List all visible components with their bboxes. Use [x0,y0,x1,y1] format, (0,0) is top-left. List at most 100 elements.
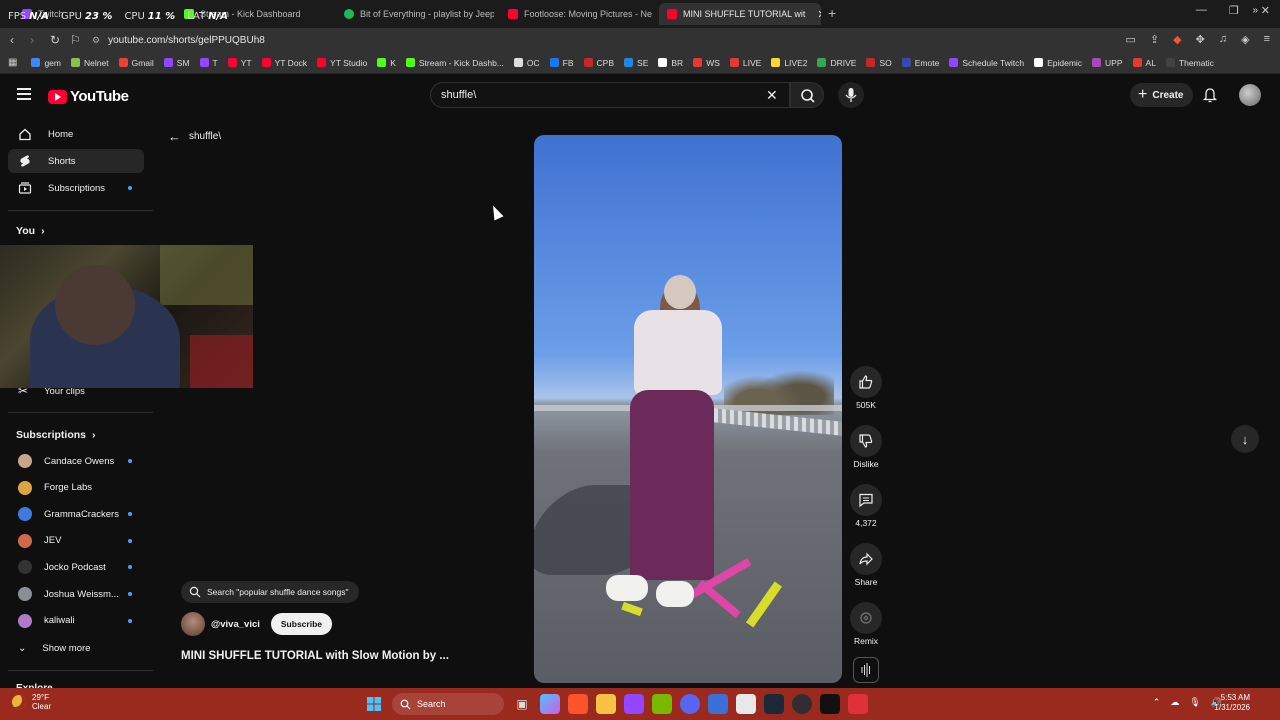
taskbar-search[interactable]: Search [392,693,504,715]
subscription-channel[interactable]: JEV [8,529,144,553]
site-info-icon[interactable]: ⚙ [92,35,100,46]
share-page-icon[interactable]: ⇪ [1150,33,1159,46]
bookmark-item[interactable]: Gmail [118,58,154,68]
subscriptions-heading[interactable]: Subscriptions › [16,429,96,441]
account-avatar[interactable] [1239,84,1261,106]
back-arrow-icon[interactable]: ← [168,129,181,144]
obs-icon[interactable] [792,694,812,714]
bookmark-item[interactable]: CPB [583,58,614,68]
close-window-icon[interactable]: ✕ [1261,4,1270,17]
reload-icon[interactable]: ↻ [50,33,60,47]
nvidia-icon[interactable] [652,694,672,714]
vpn-icon[interactable]: ◈ [1241,33,1249,46]
brave-icon[interactable] [568,694,588,714]
bookmark-icon[interactable]: ⚐ [70,33,81,47]
url-field[interactable]: ⚙ youtube.com/shorts/gelPPUQBUh8 [92,31,265,49]
create-button[interactable]: + Create [1130,83,1194,107]
new-tab-button[interactable]: + [828,5,836,21]
subscription-channel[interactable]: Forge Labs [8,476,144,500]
tab-playlist[interactable]: Bit of Everything - playlist by Jeep W [336,3,494,25]
weather-widget[interactable]: 29°F Clear [12,693,51,711]
bookmark-item[interactable]: Schedule Twitch [949,58,1024,68]
channel-avatar[interactable] [181,612,205,636]
like-button[interactable] [850,366,882,398]
bookmark-item[interactable]: FB [549,58,574,68]
search-button[interactable] [790,82,824,108]
task-view-icon[interactable]: ▣ [512,694,532,714]
apps-icon[interactable]: ▦ [8,57,17,68]
short-video-player[interactable] [534,135,842,683]
bookmark-item[interactable]: AL [1132,58,1156,68]
epic-icon[interactable] [820,694,840,714]
comments-button[interactable] [850,484,882,516]
subscription-channel[interactable]: Candace Owens [8,449,144,473]
bookmark-item[interactable]: YT Dock [261,58,307,68]
dislike-button[interactable] [850,425,882,457]
channel-name[interactable]: @viva_vici [211,619,260,630]
hamburger-menu-icon[interactable] [17,88,31,103]
next-short-button[interactable]: ↓ [1231,425,1259,453]
subscription-channel[interactable]: kaliwali [8,609,144,633]
bookmark-item[interactable]: LIVE2 [771,58,807,68]
subscription-channel[interactable]: Jocko Podcast [8,555,144,579]
bookmark-item[interactable]: YT [227,58,252,68]
notepad-icon[interactable] [736,694,756,714]
tab-active-short[interactable]: MINI SHUFFLE TUTORIAL wit ✕ [659,3,821,25]
discord-icon[interactable] [680,694,700,714]
close-tab-icon[interactable]: ✕ [817,8,821,21]
clear-search-icon[interactable]: ✕ [766,87,778,104]
back-icon[interactable]: ‹ [10,33,14,47]
bookmark-item[interactable]: SE [624,58,648,68]
shorts-back-header[interactable]: ← shuffle\ [168,129,221,144]
mic-tray-icon[interactable]: 🎙 [1189,697,1200,708]
more-bookmarks-icon[interactable]: » [1252,5,1258,16]
bookmark-item[interactable]: K [377,58,396,68]
bookmark-item[interactable]: WS [693,58,720,68]
bookmark-item[interactable]: LIVE [729,58,761,68]
sidebar-item-subscriptions[interactable]: Subscriptions [8,176,144,200]
short-title[interactable]: MINI SHUFFLE TUTORIAL with Slow Motion b… [181,650,449,662]
minimize-icon[interactable]: — [1196,4,1207,17]
sound-button[interactable] [853,657,879,683]
show-more-button[interactable]: ⌄ Show more [8,636,144,660]
bookmark-item[interactable]: Nelnet [71,58,109,68]
sidebar-item-shorts[interactable]: Shorts [8,149,144,173]
voice-search-button[interactable] [838,82,864,108]
maximize-icon[interactable]: ❐ [1229,4,1239,17]
forward-icon[interactable]: › [30,33,34,47]
remix-button[interactable] [850,602,882,634]
bookmark-item[interactable]: BR [658,58,683,68]
steam-icon[interactable] [764,694,784,714]
bookmark-item[interactable]: SM [163,58,190,68]
bookmark-item[interactable]: Epidemic [1034,58,1082,68]
bookmark-item[interactable]: Emote [901,58,939,68]
brave-shield-icon[interactable]: ◆ [1173,33,1181,46]
app-icon[interactable] [708,694,728,714]
extensions-icon[interactable]: ✥ [1196,33,1205,46]
subscription-channel[interactable]: GrammaCrackers [8,502,144,526]
search-input[interactable]: shuffle\ [430,82,790,108]
start-icon[interactable] [364,694,384,714]
subscribe-button[interactable]: Subscribe [270,613,332,635]
sidebar-item-home[interactable]: Home [8,122,144,146]
bookmark-item[interactable]: YT Studio [317,58,367,68]
file-explorer-icon[interactable] [596,694,616,714]
menu-icon[interactable]: ≡ [1264,33,1270,46]
youtube-logo[interactable]: YouTube [48,88,129,105]
cloud-icon[interactable]: ☁ [1170,697,1179,708]
media-icon[interactable]: ♫ [1219,33,1227,46]
bookmark-item[interactable]: UPP [1092,58,1123,68]
tray-expand-icon[interactable]: ⌃ [1153,697,1161,708]
copilot-icon[interactable] [540,694,560,714]
bookmark-item[interactable]: gem [31,58,61,68]
subscription-channel[interactable]: Joshua Weissm... [8,582,144,606]
bookmark-item[interactable]: OC [513,58,540,68]
bookmark-item[interactable]: SO [866,58,892,68]
bookmark-item[interactable]: Stream - Kick Dashb... [405,58,504,68]
streamlabs-icon[interactable] [848,694,868,714]
related-search-chip[interactable]: Search "popular shuffle dance songs" [181,581,359,603]
notifications-button[interactable] [1202,87,1218,108]
bookmark-item[interactable]: T [199,58,218,68]
share-button[interactable] [850,543,882,575]
system-clock[interactable]: 5:53 AM 1/31/2026 [1214,693,1250,714]
